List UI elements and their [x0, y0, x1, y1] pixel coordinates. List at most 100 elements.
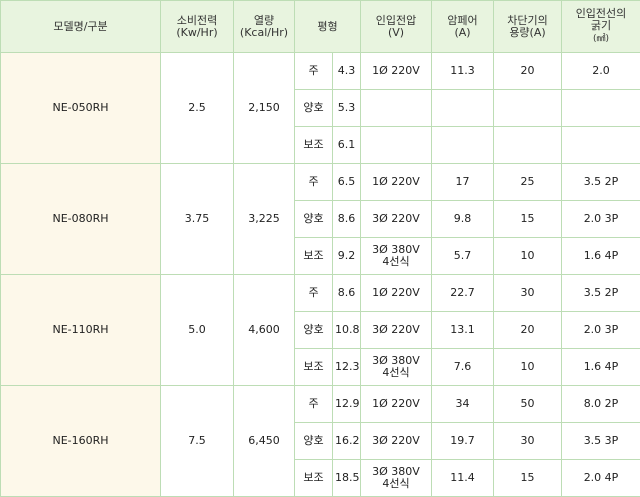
model-name-cell: NE-050RH	[0, 52, 161, 164]
size-cell: 8.6	[332, 200, 361, 238]
voltage-cell: 3Ø 380V 4선식	[360, 237, 432, 275]
header-model: 모델명/구분	[0, 0, 161, 53]
ampere-cell: 17	[431, 163, 494, 201]
power-cell: 5.0	[160, 274, 234, 386]
model-name-cell: NE-160RH	[0, 385, 161, 497]
wire-cell: 1.6 4P	[561, 348, 640, 386]
breaker-cell: 20	[493, 52, 562, 90]
breaker-cell: 10	[493, 237, 562, 275]
ampere-cell: 11.4	[431, 459, 494, 497]
spec-table: 모델명/구분 소비전력 (Kw/Hr) 열량 (Kcal/Hr) 평형 인입전압 (V…	[0, 0, 640, 497]
wire-cell: 3.5 3P	[561, 422, 640, 460]
type-cell: 양호	[294, 422, 333, 460]
header-heat-unit: (Kcal/Hr)	[239, 25, 289, 39]
header-power-unit: (Kw/Hr)	[176, 25, 218, 39]
voltage-cell: 3Ø 220V	[360, 422, 432, 460]
type-cell: 주	[294, 52, 333, 90]
ampere-cell: 7.6	[431, 348, 494, 386]
size-cell: 4.3	[332, 52, 361, 90]
breaker-cell	[493, 89, 562, 127]
voltage-cell	[360, 126, 432, 164]
breaker-cell: 10	[493, 348, 562, 386]
type-cell: 보조	[294, 459, 333, 497]
breaker-cell: 30	[493, 422, 562, 460]
ampere-cell	[431, 126, 494, 164]
header-power: 소비전력 (Kw/Hr)	[160, 0, 234, 53]
type-cell: 보조	[294, 126, 333, 164]
breaker-cell: 30	[493, 274, 562, 312]
header-heat: 열량 (Kcal/Hr)	[233, 0, 295, 53]
wire-cell: 2.0	[561, 52, 640, 90]
heat-cell: 3,225	[233, 163, 295, 275]
ampere-cell: 19.7	[431, 422, 494, 460]
table-row: NE-160RH 7.5 6,450 주 12.9 1Ø 220V 34 50 8.0 2P	[0, 385, 640, 497]
voltage-cell: 1Ø 220V	[360, 274, 432, 312]
ampere-cell: 34	[431, 385, 494, 423]
power-cell: 7.5	[160, 385, 234, 497]
wire-cell: 2.0 3P	[561, 311, 640, 349]
size-cell: 12.9	[332, 385, 361, 423]
voltage-cell: 1Ø 220V	[360, 52, 432, 90]
heat-cell: 2,150	[233, 52, 295, 164]
type-cell: 주	[294, 163, 333, 201]
voltage-cell: 1Ø 220V	[360, 385, 432, 423]
size-cell: 9.2	[332, 237, 361, 275]
wire-cell	[561, 126, 640, 164]
wire-cell: 2.0 4P	[561, 459, 640, 497]
breaker-cell: 15	[493, 200, 562, 238]
voltage-cell: 3Ø 380V 4선식	[360, 459, 432, 497]
table-row: NE-050RH 2.5 2,150 주 4.3 1Ø 220V 11.3 20 2.0	[0, 52, 640, 164]
type-cell: 보조	[294, 237, 333, 275]
voltage-cell: 1Ø 220V	[360, 163, 432, 201]
header-wire-label2: 굵기	[590, 19, 612, 32]
size-cell: 16.2	[332, 422, 361, 460]
size-cell: 6.1	[332, 126, 361, 164]
header-breaker: 차단기의 용량(A)	[493, 0, 562, 53]
header-row: 모델명/구분 소비전력 (Kw/Hr) 열량 (Kcal/Hr) 평형 인입전압 (V…	[0, 0, 640, 53]
header-ampere-unit: (A)	[454, 25, 471, 39]
breaker-cell: 15	[493, 459, 562, 497]
type-cell: 양호	[294, 89, 333, 127]
header-voltage: 인입전압 (V)	[360, 0, 432, 53]
heat-cell: 4,600	[233, 274, 295, 386]
header-ampere: 암페어 (A)	[431, 0, 494, 53]
voltage-cell	[360, 89, 432, 127]
wire-cell: 1.6 4P	[561, 237, 640, 275]
type-cell: 보조	[294, 348, 333, 386]
wire-cell	[561, 89, 640, 127]
size-cell: 8.6	[332, 274, 361, 312]
type-cell: 양호	[294, 200, 333, 238]
voltage-cell: 3Ø 380V 4선식	[360, 348, 432, 386]
ampere-cell: 22.7	[431, 274, 494, 312]
breaker-cell: 50	[493, 385, 562, 423]
size-cell: 12.3	[332, 348, 361, 386]
type-cell: 주	[294, 385, 333, 423]
power-cell: 3.75	[160, 163, 234, 275]
wire-cell: 3.5 2P	[561, 163, 640, 201]
voltage-cell: 3Ø 220V	[360, 311, 432, 349]
model-name-cell: NE-080RH	[0, 163, 161, 275]
model-name-cell: NE-110RH	[0, 274, 161, 386]
voltage-cell: 3Ø 220V	[360, 200, 432, 238]
type-cell: 양호	[294, 311, 333, 349]
wire-cell: 8.0 2P	[561, 385, 640, 423]
size-cell: 6.5	[332, 163, 361, 201]
table-row: NE-080RH 3.75 3,225 주 6.5 1Ø 220V 17 25 3.5 2P	[0, 163, 640, 275]
ampere-cell: 5.7	[431, 237, 494, 275]
breaker-cell	[493, 126, 562, 164]
type-cell: 주	[294, 274, 333, 312]
ampere-cell: 13.1	[431, 311, 494, 349]
power-cell: 2.5	[160, 52, 234, 164]
size-cell: 5.3	[332, 89, 361, 127]
breaker-cell: 20	[493, 311, 562, 349]
heat-cell: 6,450	[233, 385, 295, 497]
header-breaker-unit: 용량(A)	[509, 25, 546, 39]
header-wire-unit: (㎟)	[592, 34, 610, 44]
ampere-cell: 11.3	[431, 52, 494, 90]
size-cell: 10.8	[332, 311, 361, 349]
table-row: NE-110RH 5.0 4,600 주 8.6 1Ø 220V 22.7 30 3.5 2P	[0, 274, 640, 386]
header-area: 평형	[294, 0, 361, 53]
wire-cell: 3.5 2P	[561, 274, 640, 312]
header-wire: 인입전선의 굵기 (㎟)	[561, 0, 640, 53]
ampere-cell: 9.8	[431, 200, 494, 238]
